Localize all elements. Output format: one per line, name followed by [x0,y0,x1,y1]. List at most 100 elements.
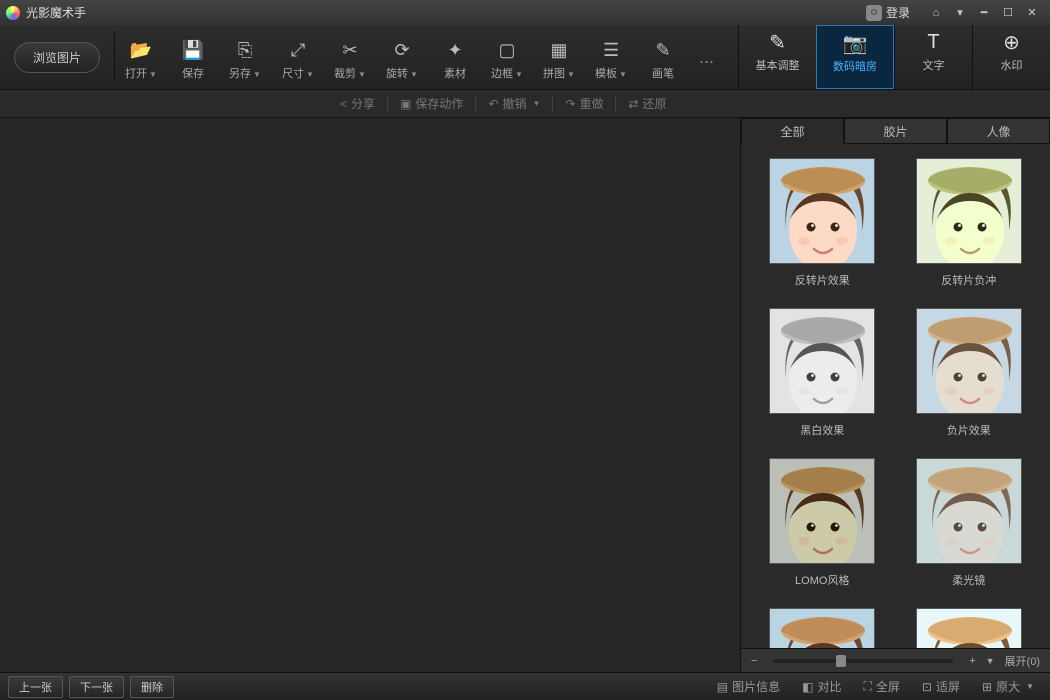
effect-柔光镜[interactable]: 柔光镜 [908,458,1031,588]
undo-button[interactable]: ↶撤销▼ [478,95,550,112]
more-tools-button[interactable]: ... [689,47,724,68]
tool-打开[interactable]: 📂打开▼ [115,33,167,81]
settings-caret-icon[interactable]: ▾ [948,4,972,22]
effect-LOMO风格[interactable]: LOMO风格 [761,458,884,588]
panel-tab-icon: 📷 [817,30,893,56]
login-label[interactable]: 登录 [886,4,910,21]
fit-button[interactable]: ⊡适屏 [914,678,968,695]
filter-tab-胶片[interactable]: 胶片 [844,118,947,144]
close-button[interactable]: ✕ [1020,4,1044,22]
tool-icon: 📂 [115,39,167,61]
titlebar: 光影魔术手 ☺ 登录 ⌂ ▾ ━ ☐ ✕ [0,0,1050,25]
panel-tab-icon: T [895,29,972,55]
minimize-button[interactable]: ━ [972,4,996,22]
tool-icon: ▦ [533,39,585,61]
fullscreen-icon: ⛶ [864,679,872,694]
effect-label: 负片效果 [908,422,1031,438]
compare-button[interactable]: ◧对比 [794,678,849,695]
restore-icon: ⇄ [628,97,638,111]
effect-thumbnail [916,458,1022,564]
tool-另存[interactable]: ⎘另存▼ [219,33,271,81]
tool-尺寸[interactable]: ⤢尺寸▼ [272,33,324,81]
redo-button[interactable]: ↷重做 [555,95,613,112]
effect-thumbnail [769,158,875,264]
effects-panel: 全部胶片人像 反转片效果 反转片负冲黑白效果 负片效果 LOMO风格 柔光镜 − + ▼… [740,118,1050,672]
restore-button[interactable]: ⇄还原 [618,95,676,112]
effect-thumbnail [769,458,875,564]
app-logo [6,6,20,20]
tool-icon: ⟳ [376,39,428,61]
effect-黑白效果[interactable]: 黑白效果 [761,308,884,438]
effect-thumbnail [769,608,875,648]
effect-label: LOMO风格 [761,572,884,588]
compare-icon: ◧ [802,680,813,694]
canvas-area[interactable] [0,118,740,672]
panel-tab-水印[interactable]: ⊕水印 [972,25,1050,89]
panel-tab-icon: ⊕ [973,29,1050,55]
image-info-button[interactable]: ▤图片信息 [709,678,788,695]
tool-icon: ✎ [637,39,689,61]
prev-button[interactable]: 上一张 [8,676,63,698]
save-action-icon: ▣ [400,97,411,111]
expand-bar: − + ▼ 展开(0) [741,648,1050,672]
expand-label[interactable]: 展开(0) [1005,653,1040,669]
tool-拼图[interactable]: ▦拼图▼ [533,33,585,81]
redo-icon: ↷ [565,97,575,111]
action-bar: <分享 ▣保存动作 ↶撤销▼ ↷重做 ⇄还原 [0,90,1050,118]
tool-icon: ✂ [324,39,376,61]
effect-label: 黑白效果 [761,422,884,438]
zoom-slider-knob[interactable] [836,655,846,667]
zoom-slider[interactable] [773,659,953,663]
home-icon[interactable]: ⌂ [924,4,948,22]
tool-素材[interactable]: ✦素材 [429,33,481,81]
chevron-down-icon[interactable]: ▼ [986,656,995,666]
app-title: 光影魔术手 [26,4,86,21]
original-size-button[interactable]: ⊞原大▼ [974,678,1042,695]
share-icon: < [340,97,347,111]
effect-负片效果[interactable]: 负片效果 [908,308,1031,438]
panel-tab-基本调整[interactable]: ✎基本调整 [738,25,816,89]
tool-icon: ✦ [429,39,481,61]
tool-icon: 💾 [167,39,219,61]
zoom-minus[interactable]: − [751,655,757,667]
save-action-button[interactable]: ▣保存动作 [390,95,473,112]
panel-tab-数码暗房[interactable]: 📷数码暗房 [816,25,894,89]
effect-thumbnail [916,158,1022,264]
zoom-plus[interactable]: + [969,655,975,667]
effect-label: 反转片效果 [761,272,884,288]
login-avatar-icon[interactable]: ☺ [866,5,882,21]
effect-thumbnail [916,608,1022,648]
effect-item-6[interactable] [761,608,884,648]
effect-label: 柔光镜 [908,572,1031,588]
tool-icon: ⤢ [272,39,324,61]
filter-tab-全部[interactable]: 全部 [741,118,844,144]
panel-tab-icon: ✎ [739,29,816,55]
effect-thumbnail [916,308,1022,414]
tool-模板[interactable]: ☰模板▼ [585,33,637,81]
panel-tab-文字[interactable]: T文字 [894,25,972,89]
tool-保存[interactable]: 💾保存 [167,33,219,81]
effect-反转片效果[interactable]: 反转片效果 [761,158,884,288]
fullscreen-button[interactable]: ⛶全屏 [856,678,908,695]
effect-thumbnail [769,308,875,414]
info-icon: ▤ [717,680,728,694]
maximize-button[interactable]: ☐ [996,4,1020,22]
effect-item-7[interactable] [908,608,1031,648]
delete-button[interactable]: 删除 [130,676,174,698]
original-icon: ⊞ [982,680,992,694]
effect-label: 反转片负冲 [908,272,1031,288]
main-toolbar: 浏览图片 📂打开▼💾保存⎘另存▼⤢尺寸▼✂裁剪▼⟳旋转▼✦素材▢边框▼▦拼图▼☰… [0,25,1050,90]
tool-边框[interactable]: ▢边框▼ [481,33,533,81]
share-button[interactable]: <分享 [330,95,385,112]
effects-scroll[interactable]: 反转片效果 反转片负冲黑白效果 负片效果 LOMO风格 柔光镜 [741,144,1050,648]
tool-icon: ⎘ [219,39,271,61]
tool-画笔[interactable]: ✎画笔 [637,33,689,81]
filter-tab-人像[interactable]: 人像 [947,118,1050,144]
status-bar: 上一张 下一张 删除 ▤图片信息 ◧对比 ⛶全屏 ⊡适屏 ⊞原大▼ [0,672,1050,700]
tool-icon: ☰ [585,39,637,61]
browse-button[interactable]: 浏览图片 [14,42,100,73]
tool-裁剪[interactable]: ✂裁剪▼ [324,33,376,81]
tool-旋转[interactable]: ⟳旋转▼ [376,33,428,81]
next-button[interactable]: 下一张 [69,676,124,698]
effect-反转片负冲[interactable]: 反转片负冲 [908,158,1031,288]
